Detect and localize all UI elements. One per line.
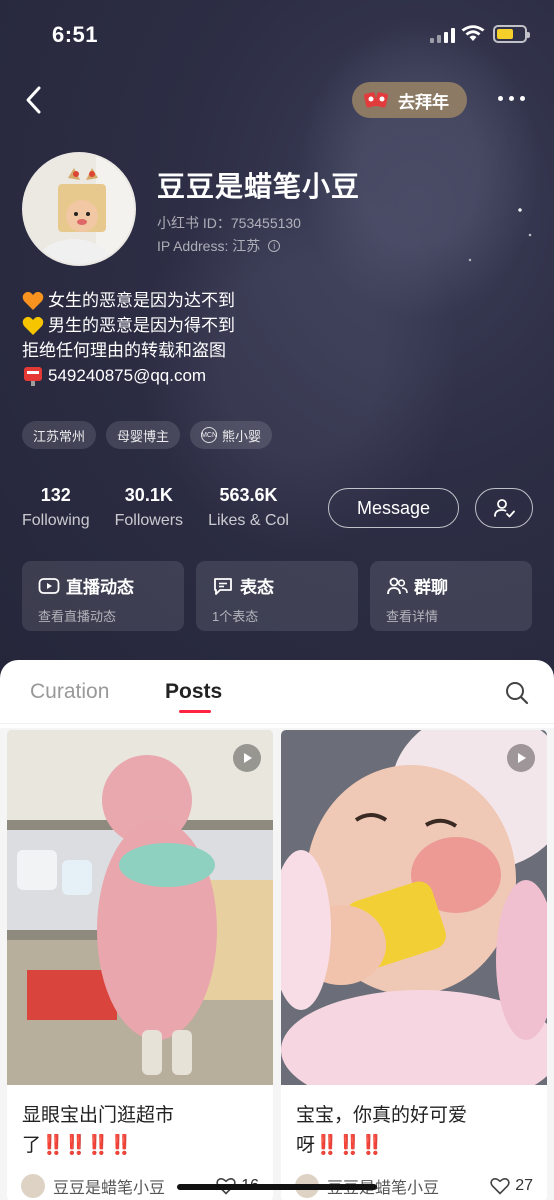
red-envelope-icon (364, 92, 388, 108)
live-icon (38, 577, 60, 594)
tab-curation[interactable]: Curation (30, 680, 109, 704)
mcn-icon: MCN (201, 427, 218, 443)
status-time: 6:51 (52, 22, 99, 47)
status-bar: 6:51 (0, 0, 554, 70)
user-id: 小红书 ID：753455130 (157, 215, 301, 231)
bio-line: 女生的恶意是因为达不到 (22, 288, 235, 313)
bainian-label: 去拜年 (398, 92, 449, 112)
nickname: 豆豆是蜡笔小豆 (157, 171, 361, 202)
like-count: 27 (515, 1177, 533, 1194)
search-icon[interactable] (504, 680, 530, 706)
tag-list: 江苏常州 母婴博主 MCN 熊小婴 (22, 421, 273, 449)
orange-heart-icon (22, 291, 44, 310)
bainian-button[interactable]: 去拜年 (352, 82, 467, 118)
stat-following[interactable]: 132 Following (22, 485, 90, 530)
card-group-chat[interactable]: 群聊 查看详情 (370, 561, 532, 631)
bio-line: 男生的恶意是因为得不到 (22, 313, 235, 338)
info-icon[interactable]: i (268, 240, 281, 252)
yellow-heart-icon (22, 316, 44, 335)
battery-icon (493, 25, 530, 43)
more-options-button[interactable] (498, 96, 525, 101)
tag-category[interactable]: 母婴博主 (106, 421, 181, 449)
stats-row: 132 Following 30.1K Followers 563.6K Lik… (22, 485, 314, 530)
post-cover-image (7, 730, 273, 1085)
message-button[interactable]: Message (328, 488, 459, 528)
back-button[interactable] (20, 82, 50, 118)
avatar[interactable] (22, 152, 136, 266)
chat-icon (214, 577, 232, 595)
chevron-left-icon (26, 86, 41, 114)
bio: 女生的恶意是因为达不到 男生的恶意是因为得不到 拒绝任何理由的转载和盗图 549… (22, 288, 235, 388)
author-avatar (21, 1174, 45, 1198)
post-title: 宝宝，你真的好可爱 呀‼️‼️‼️ (296, 1105, 468, 1156)
card-reactions[interactable]: 表态 1个表态 (196, 561, 358, 631)
tag-mcn[interactable]: MCN 熊小婴 (190, 421, 273, 449)
stat-likes[interactable]: 563.6K Likes & Col (208, 485, 289, 530)
tag-location[interactable]: 江苏常州 (22, 421, 97, 449)
ip-address-row: IP Address: 江苏 i (157, 236, 281, 256)
avatar-image (24, 154, 134, 264)
group-icon (387, 577, 408, 594)
card-live[interactable]: 直播动态 查看直播动态 (22, 561, 184, 631)
content-panel: Curation Posts 显眼宝出门逛超市 了‼️‼️‼️‼️ 豆豆是蜡笔小… (0, 660, 554, 1200)
stat-followers[interactable]: 30.1K Followers (115, 485, 183, 530)
post-card[interactable]: 宝宝，你真的好可爱 呀‼️‼️‼️ 豆豆是蜡笔小豆 27 (281, 730, 547, 1200)
user-check-icon (494, 499, 515, 518)
bio-line: 拒绝任何理由的转载和盗图 (22, 341, 226, 360)
video-play-icon (233, 744, 261, 772)
tab-bar: Curation Posts (0, 660, 554, 724)
ip-address: IP Address: 江苏 (157, 238, 261, 254)
post-feed: 显眼宝出门逛超市 了‼️‼️‼️‼️ 豆豆是蜡笔小豆 16 (0, 728, 554, 1200)
postbox-icon (24, 366, 42, 386)
tab-indicator (179, 710, 211, 713)
post-title: 显眼宝出门逛超市 了‼️‼️‼️‼️ (22, 1105, 175, 1156)
home-indicator[interactable] (177, 1184, 377, 1190)
feature-cards: 直播动态 查看直播动态 表态 1个表态 群聊 查看详情 (22, 561, 532, 631)
video-play-icon (507, 744, 535, 772)
like-button[interactable]: 27 (490, 1177, 533, 1195)
post-cover-image (281, 730, 547, 1085)
post-card[interactable]: 显眼宝出门逛超市 了‼️‼️‼️‼️ 豆豆是蜡笔小豆 16 (7, 730, 273, 1200)
tab-posts[interactable]: Posts (165, 680, 222, 704)
wifi-icon (461, 25, 485, 41)
heart-icon (490, 1178, 510, 1195)
cellular-signal-icon (430, 27, 455, 43)
followed-button[interactable] (475, 488, 533, 528)
bio-line: 549240875@qq.com (22, 363, 235, 388)
